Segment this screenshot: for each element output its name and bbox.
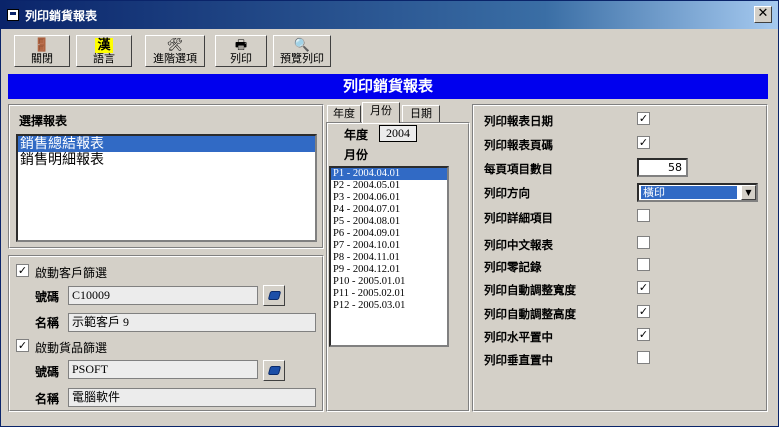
customer-code-label: 號碼 [35,290,60,304]
advanced-options-button[interactable]: 🛠 進階選項 [145,35,205,67]
orientation-label: 列印方向 [484,186,530,200]
center-horizontal-checkbox[interactable]: ✓ [637,328,650,341]
report-select-heading: 選擇報表 [19,114,68,128]
orientation-value: 橫印 [641,186,737,199]
door-exit-icon: 🚪 [33,38,51,53]
tab-year[interactable]: 年度 [327,105,361,123]
month-item[interactable]: P4 - 2004.07.01 [331,204,447,216]
month-item[interactable]: P8 - 2004.11.01 [331,252,447,264]
report-listbox[interactable]: 銷售總結報表 銷售明細報表 [16,134,317,242]
month-label: 月份 [344,148,369,162]
month-item[interactable]: P3 - 2004.06.01 [331,192,447,204]
customer-code-field[interactable]: C10009 [68,286,258,305]
advanced-options-label: 進階選項 [153,52,197,65]
month-item[interactable]: P5 - 2004.08.01 [331,216,447,228]
print-date-checkbox[interactable]: ✓ [637,112,650,125]
center-vertical-checkbox[interactable] [637,351,650,364]
zero-records-checkbox[interactable] [637,258,650,271]
title-bar: 列印銷貨報表 ✕ [1,1,778,29]
language-button[interactable]: 漢 語言 [76,35,132,67]
print-sales-report-window: 列印銷貨報表 ✕ 🚪 關閉 漢 語言 🛠 進階選項 🖶 列印 🔍 預覽列印 列印… [0,0,779,427]
customer-name-label: 名稱 [35,316,60,330]
month-item[interactable]: P7 - 2004.10.01 [331,240,447,252]
printer-icon: 🖶 [234,38,248,53]
magnifier-page-icon: 🔍 [293,38,311,53]
year-field[interactable]: 2004 [379,125,417,142]
close-button-label: 關閉 [31,52,53,65]
month-item[interactable]: P6 - 2004.09.01 [331,228,447,240]
print-preview-label: 預覽列印 [280,52,324,65]
auto-height-label: 列印自動調整高度 [484,307,576,321]
tab-date[interactable]: 日期 [402,105,440,123]
product-lookup-button[interactable] [263,360,285,381]
print-page-no-label: 列印報表頁碼 [484,138,553,152]
report-banner: 列印銷貨報表 [8,74,768,99]
product-name-label: 名稱 [35,392,60,406]
print-preview-button[interactable]: 🔍 預覽列印 [273,35,331,67]
app-icon [7,9,19,21]
month-item[interactable]: P12 - 2005.03.01 [331,300,447,312]
window-close-button[interactable]: ✕ [754,6,772,23]
language-button-label: 語言 [93,52,115,65]
product-code-field[interactable]: PSOFT [68,360,258,379]
customer-name-field[interactable]: 示範客戶 9 [68,313,316,332]
zero-records-label: 列印零記錄 [484,260,542,274]
customer-filter-checkbox[interactable]: ✓ [16,264,29,277]
auto-height-checkbox[interactable]: ✓ [637,305,650,318]
orientation-select[interactable]: 橫印 ▼ [637,183,758,202]
auto-width-label: 列印自動調整寬度 [484,283,576,297]
month-item[interactable]: P1 - 2004.04.01 [331,168,447,180]
report-item-detail[interactable]: 銷售明細報表 [18,152,315,168]
month-item[interactable]: P2 - 2004.05.01 [331,180,447,192]
center-vertical-label: 列印垂直置中 [484,353,553,367]
auto-width-checkbox[interactable]: ✓ [637,281,650,294]
book-icon [267,366,282,375]
center-horizontal-label: 列印水平置中 [484,330,553,344]
product-filter-checkbox[interactable]: ✓ [16,339,29,352]
year-label: 年度 [344,128,369,142]
report-item-summary[interactable]: 銷售總結報表 [18,136,315,152]
chinese-report-label: 列印中文報表 [484,238,553,252]
print-button[interactable]: 🖶 列印 [215,35,267,67]
month-item[interactable]: P10 - 2005.01.01 [331,276,447,288]
month-listbox[interactable]: P1 - 2004.04.01 P2 - 2004.05.01 P3 - 200… [329,166,449,347]
print-details-label: 列印詳細項目 [484,211,553,225]
customer-filter-label: 啟動客戶篩選 [35,266,108,280]
chinese-char-icon: 漢 [95,38,113,53]
print-details-checkbox[interactable] [637,209,650,222]
tab-month[interactable]: 月份 [362,102,400,123]
tools-icon: 🛠 [166,38,184,53]
print-date-label: 列印報表日期 [484,114,553,128]
month-item[interactable]: P9 - 2004.12.01 [331,264,447,276]
product-name-field[interactable]: 電腦軟件 [68,388,316,407]
product-filter-label: 啟動貨品篩選 [35,341,108,355]
print-page-no-checkbox[interactable]: ✓ [637,136,650,149]
customer-lookup-button[interactable] [263,285,285,306]
print-button-label: 列印 [230,52,252,65]
close-button[interactable]: 🚪 關閉 [14,35,70,67]
month-item[interactable]: P11 - 2005.02.01 [331,288,447,300]
window-title: 列印銷貨報表 [25,9,98,23]
product-code-label: 號碼 [35,365,60,379]
chevron-down-icon[interactable]: ▼ [741,185,756,200]
chinese-report-checkbox[interactable] [637,236,650,249]
items-per-page-input[interactable]: 58 [637,158,688,177]
items-per-page-label: 每頁項目數目 [484,162,553,176]
book-icon [267,291,282,300]
